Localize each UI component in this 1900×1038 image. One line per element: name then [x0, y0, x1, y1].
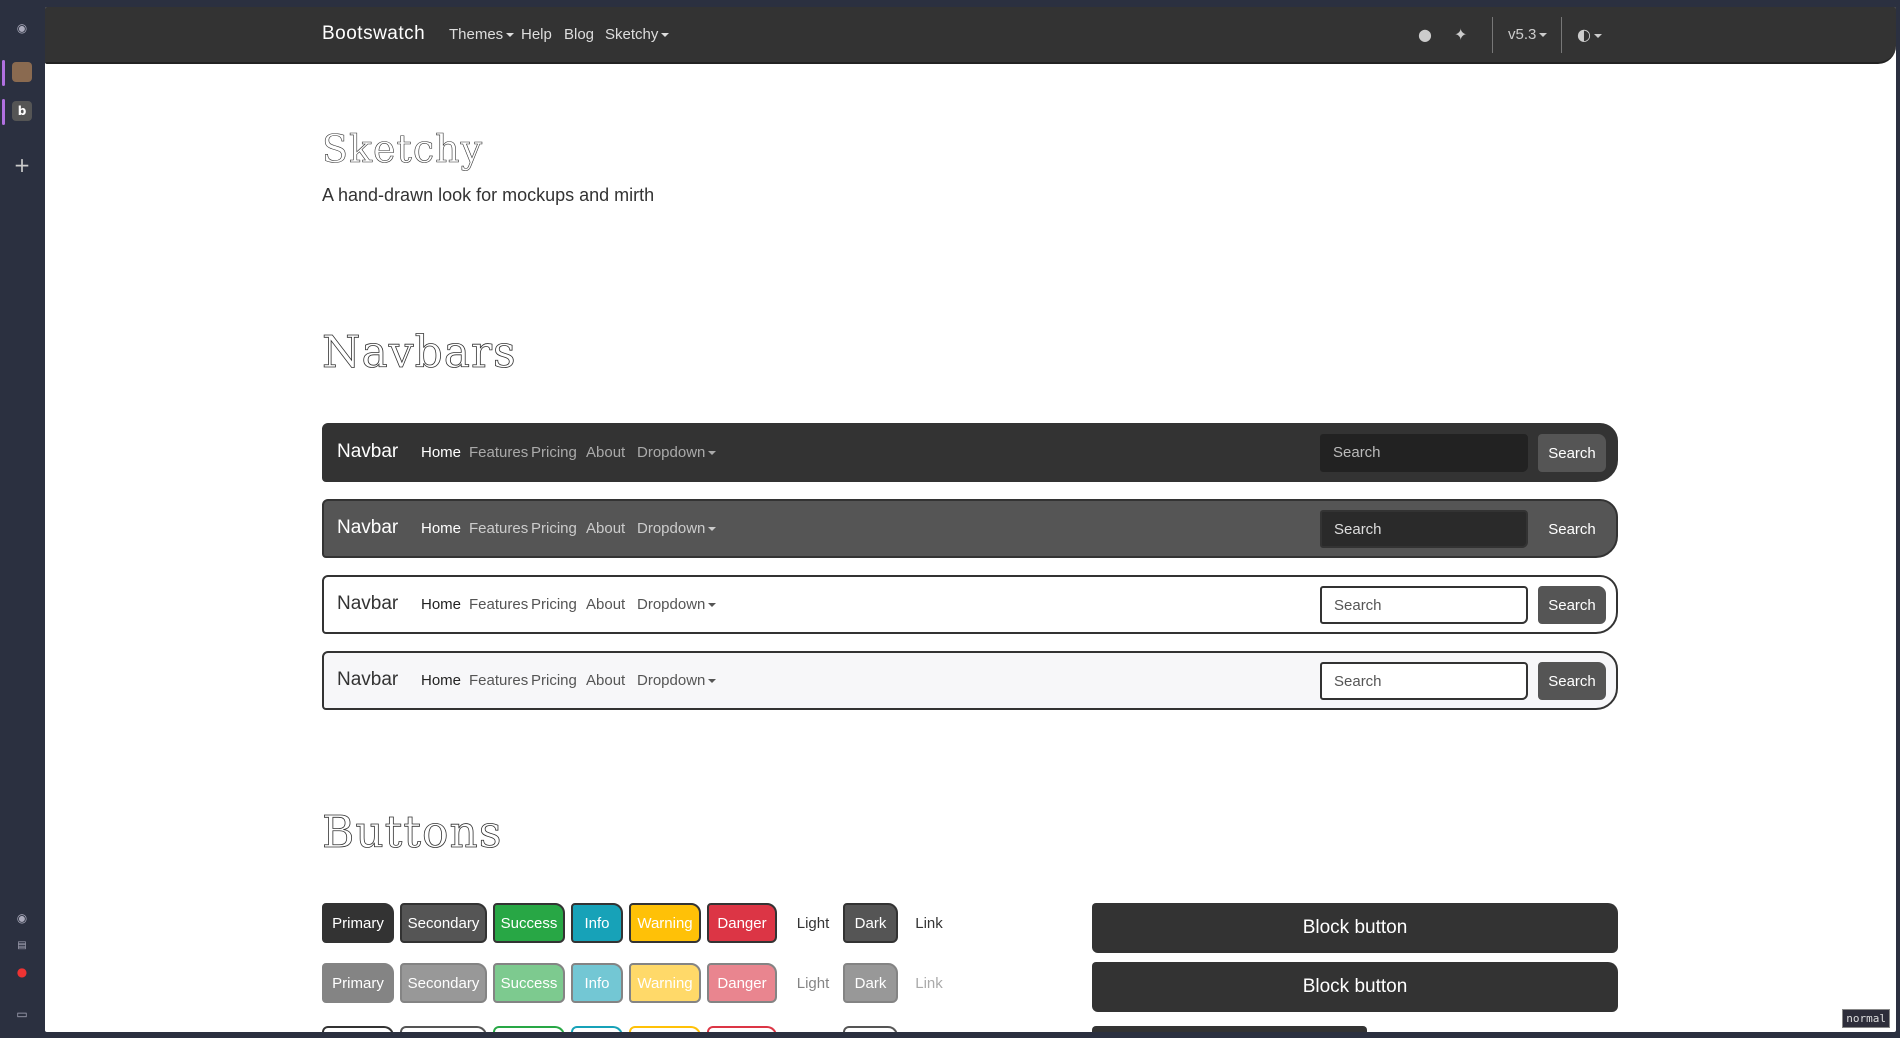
demo-nav-home[interactable]: Home [421, 596, 461, 613]
profile-tab-icon[interactable] [12, 62, 32, 82]
dark-outline-button[interactable] [843, 1026, 898, 1032]
primary-button[interactable]: Primary [322, 903, 394, 943]
demo-navbar-light: Navbar Home Features Pricing About Dropd… [322, 575, 1618, 634]
warning-button-disabled[interactable]: Warning [629, 963, 701, 1003]
demo-navbar-brand[interactable]: Navbar [337, 669, 398, 691]
success-outline-button[interactable] [493, 1026, 565, 1032]
success-button[interactable]: Success [493, 903, 565, 943]
add-tab-icon[interactable]: + [12, 153, 32, 177]
demo-search-button[interactable]: Search [1538, 434, 1606, 472]
demo-nav-pricing[interactable]: Pricing [531, 444, 577, 461]
demo-navbar-faint: Navbar Home Features Pricing About Dropd… [322, 651, 1618, 710]
nav-blog[interactable]: Blog [564, 26, 594, 43]
secondary-button[interactable]: Secondary [400, 903, 487, 943]
demo-navbar-dark: Navbar Home Features Pricing About Dropd… [322, 423, 1618, 482]
nav-themes[interactable]: Themes [449, 26, 515, 43]
navbar-brand[interactable]: Bootswatch [322, 23, 425, 45]
demo-nav-features[interactable]: Features [469, 444, 528, 461]
secondary-outline-button[interactable] [400, 1026, 487, 1032]
demo-nav-dropdown[interactable]: Dropdown [637, 596, 717, 613]
dark-button-disabled[interactable]: Dark [843, 963, 898, 1003]
danger-outline-button[interactable] [707, 1026, 777, 1032]
demo-nav-pricing[interactable]: Pricing [531, 520, 577, 537]
link-button-disabled[interactable]: Link [904, 963, 954, 1003]
demo-search-button[interactable]: Search [1538, 662, 1606, 700]
twitter-icon[interactable]: ✦ [1454, 25, 1467, 44]
info-button[interactable]: Info [571, 903, 623, 943]
demo-nav-about[interactable]: About [586, 444, 625, 461]
theme-toggle-icon[interactable]: ◐ [1577, 25, 1602, 44]
demo-nav-features[interactable]: Features [469, 520, 528, 537]
navbars-heading: Navbars [322, 327, 517, 379]
demo-search-input[interactable]: Search [1320, 510, 1528, 548]
page-subtitle: A hand-drawn look for mockups and mirth [322, 185, 655, 205]
link-button[interactable]: Link [904, 903, 954, 943]
demo-nav-home[interactable]: Home [421, 520, 461, 537]
globe-small-icon[interactable]: ◉ [12, 908, 32, 928]
demo-search-button[interactable]: Search [1538, 586, 1606, 624]
demo-nav-dropdown[interactable]: Dropdown [637, 444, 717, 461]
demo-search-input[interactable]: Search [1320, 434, 1528, 472]
secondary-button-disabled[interactable]: Secondary [400, 963, 487, 1003]
info-outline-button[interactable] [571, 1026, 623, 1032]
nav-sketchy[interactable]: Sketchy [605, 26, 670, 43]
demo-nav-dropdown[interactable]: Dropdown [637, 672, 717, 689]
github-icon[interactable]: ● [1418, 25, 1432, 44]
globe-icon[interactable]: ◉ [12, 18, 32, 38]
bootswatch-tab-icon[interactable]: b [12, 101, 32, 121]
demo-nav-about[interactable]: About [586, 520, 625, 537]
demo-navbar-brand[interactable]: Navbar [337, 441, 398, 463]
version-dropdown[interactable]: v5.3 [1508, 26, 1548, 43]
demo-search-input[interactable]: Search [1320, 662, 1528, 700]
primary-outline-button[interactable] [322, 1026, 394, 1032]
primary-button-disabled[interactable]: Primary [322, 963, 394, 1003]
demo-nav-pricing[interactable]: Pricing [531, 672, 577, 689]
sidebar-toggle-icon[interactable]: ▭ [12, 1004, 32, 1024]
block-button-partial[interactable] [1092, 1026, 1367, 1032]
record-icon[interactable]: ● [12, 962, 32, 982]
demo-navbar-brand[interactable]: Navbar [337, 517, 398, 539]
demo-nav-home[interactable]: Home [421, 444, 461, 461]
active-tab-indicator [2, 60, 5, 86]
demo-nav-features[interactable]: Features [469, 596, 528, 613]
demo-nav-features[interactable]: Features [469, 672, 528, 689]
demo-nav-about[interactable]: About [586, 672, 625, 689]
info-button-disabled[interactable]: Info [571, 963, 623, 1003]
dark-button[interactable]: Dark [843, 903, 898, 943]
page-viewport: Bootswatch Themes Help Blog Sketchy ● ✦ … [45, 7, 1896, 1032]
demo-nav-dropdown[interactable]: Dropdown [637, 520, 717, 537]
top-navbar: Bootswatch Themes Help Blog Sketchy ● ✦ … [45, 7, 1896, 64]
warning-button[interactable]: Warning [629, 903, 701, 943]
image-icon[interactable]: ▤ [12, 935, 32, 955]
block-button-primary[interactable]: Block button [1092, 903, 1618, 953]
demo-nav-about[interactable]: About [586, 596, 625, 613]
danger-button[interactable]: Danger [707, 903, 777, 943]
demo-search-button[interactable]: Search [1538, 510, 1606, 548]
block-button-secondary[interactable]: Block button [1092, 962, 1618, 1012]
demo-navbar-secondary: Navbar Home Features Pricing About Dropd… [322, 499, 1618, 558]
page-title: Sketchy [322, 127, 484, 172]
mode-indicator: normal [1842, 1009, 1890, 1028]
light-button-disabled[interactable]: Light [783, 963, 843, 1003]
light-button[interactable]: Light [783, 903, 843, 943]
demo-nav-pricing[interactable]: Pricing [531, 596, 577, 613]
demo-navbar-brand[interactable]: Navbar [337, 593, 398, 615]
danger-button-disabled[interactable]: Danger [707, 963, 777, 1003]
browser-sidebar: ◉ b + ◉ ▤ ● ▭ [0, 0, 45, 1038]
demo-nav-home[interactable]: Home [421, 672, 461, 689]
demo-search-input[interactable]: Search [1320, 586, 1528, 624]
divider [1492, 17, 1493, 53]
nav-help[interactable]: Help [521, 26, 552, 43]
warning-outline-button[interactable] [629, 1026, 701, 1032]
divider [1561, 17, 1562, 53]
active-tab-indicator-2 [2, 99, 5, 125]
success-button-disabled[interactable]: Success [493, 963, 565, 1003]
buttons-heading: Buttons [322, 807, 503, 859]
